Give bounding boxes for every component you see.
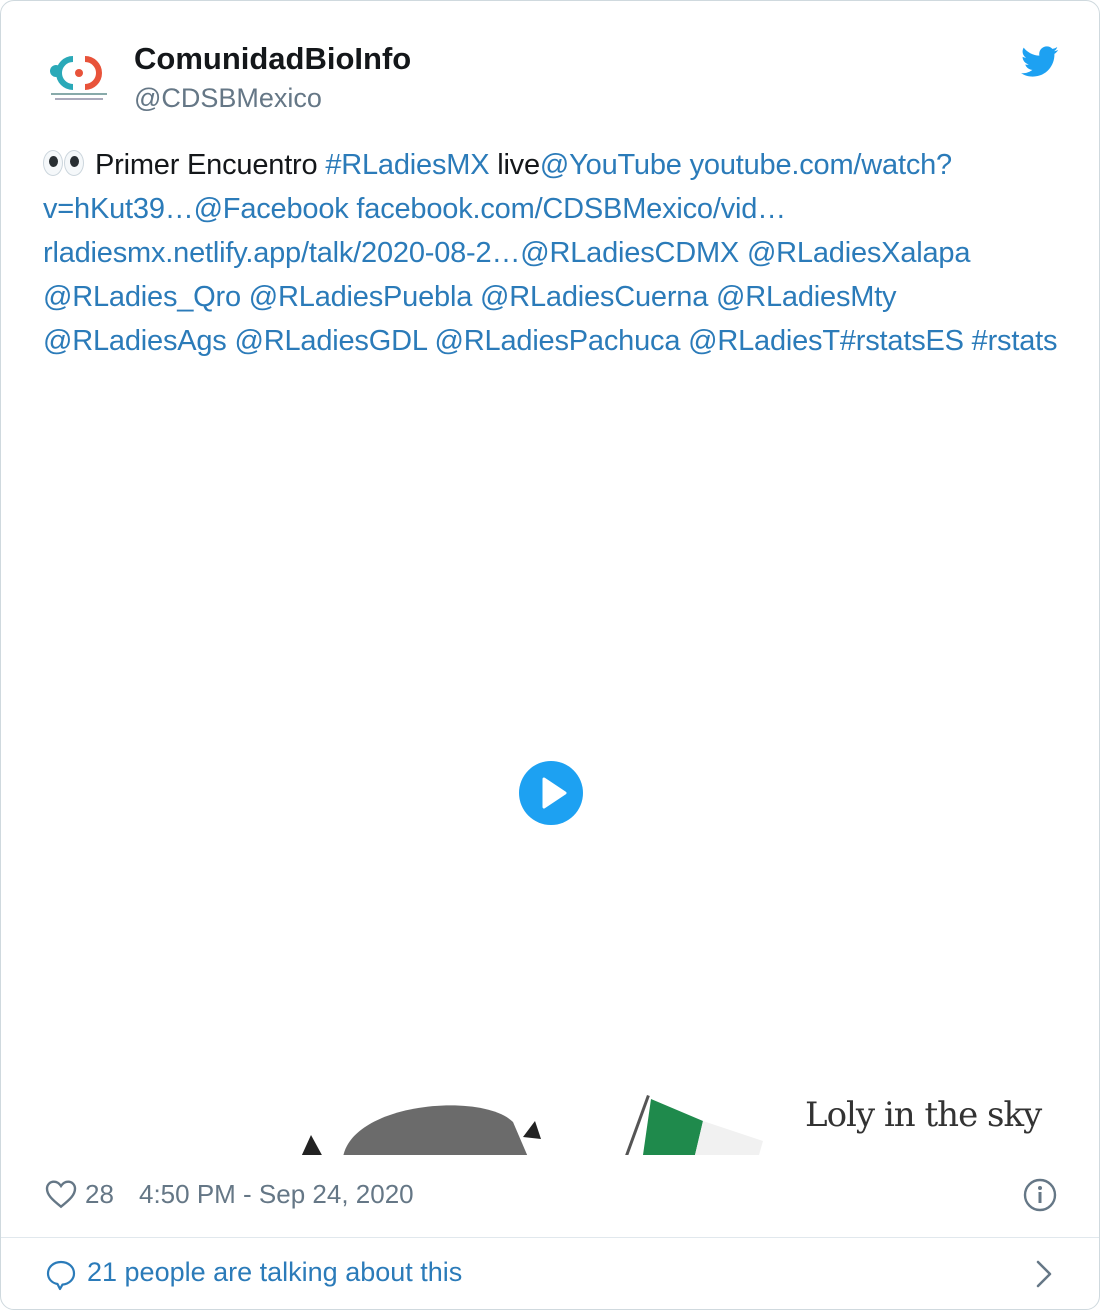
divider — [1, 1237, 1099, 1238]
tweet-link[interactable]: rladiesmx.netlify.app/talk/2020-08-2… — [43, 237, 520, 269]
tweet-link[interactable]: @RLadies_Qro — [43, 281, 241, 313]
play-icon — [542, 777, 567, 809]
tweet-text-fragment — [427, 325, 435, 357]
heart-icon[interactable] — [45, 1179, 77, 1209]
tweet-link[interactable]: @RLadiesGDL — [234, 325, 426, 357]
video-thumbnail-figure — [301, 1105, 541, 1155]
tweet-text-fragment — [682, 149, 690, 181]
tweet-link[interactable]: @RLadiesCDMX — [520, 237, 739, 269]
tweet-link[interactable]: @RLadiesMty — [716, 281, 897, 313]
twitter-bird-icon[interactable] — [1021, 45, 1059, 79]
tweet-link[interactable]: @RLadiesPuebla — [249, 281, 473, 313]
conversation-link[interactable]: 21 people are talking about this — [1, 1239, 1099, 1309]
tweet-timestamp[interactable]: 4:50 PM - Sep 24, 2020 — [139, 1179, 414, 1210]
like-count[interactable]: 28 — [85, 1179, 114, 1210]
tweet-text-fragment — [472, 281, 480, 313]
tweet-header: ComunidadBioInfo @CDSBMexico — [1, 1, 1099, 121]
info-icon[interactable] — [1023, 1178, 1057, 1212]
tweet-link[interactable]: @YouTube — [540, 149, 682, 181]
conversation-label[interactable]: 21 people are talking about this — [87, 1257, 462, 1288]
tweet-link[interactable]: @RLadiesAgs — [43, 325, 227, 357]
tweet-link[interactable]: @RLadiesT — [688, 325, 840, 357]
tweet-link[interactable]: @RLadiesPachuca — [435, 325, 681, 357]
tweet-text-fragment — [739, 237, 747, 269]
tweet-text: Primer Encuentro #RLadiesMX live@YouTube… — [43, 143, 1063, 363]
tweet-link[interactable]: #RLadiesMX — [325, 149, 489, 181]
chevron-right-icon[interactable] — [1035, 1259, 1053, 1289]
tweet-link[interactable]: #rstats — [972, 325, 1058, 357]
tweet-text-fragment: live — [489, 149, 540, 181]
tweet-link[interactable]: facebook.com/CDSBMexico/vid… — [356, 193, 786, 225]
tweet-text-fragment: Primer Encuentro — [95, 149, 326, 181]
speech-bubble-icon — [46, 1260, 76, 1291]
tweet-text-fragment — [964, 325, 972, 357]
flag-graphic — [623, 1095, 763, 1155]
tweet-text-fragment — [708, 281, 716, 313]
play-button[interactable] — [519, 761, 583, 825]
tweet-link[interactable]: @Facebook — [194, 193, 349, 225]
video-caption: Loly in the sky — [805, 1095, 1042, 1135]
tweet-footer: 28 4:50 PM - Sep 24, 2020 — [1, 1161, 1099, 1233]
tweet-text-fragment — [241, 281, 249, 313]
eyes-emoji-icon — [43, 149, 85, 177]
tweet-card[interactable]: ComunidadBioInfo @CDSBMexico Primer Encu… — [0, 0, 1100, 1310]
tweet-text-fragment — [680, 325, 688, 357]
author-handle[interactable]: @CDSBMexico — [134, 83, 322, 114]
author-display-name[interactable]: ComunidadBioInfo — [134, 41, 411, 77]
video-player[interactable]: Loly in the sky — [43, 419, 1059, 1155]
tweet-link[interactable]: @RLadiesXalapa — [747, 237, 971, 269]
avatar[interactable] — [45, 49, 113, 109]
tweet-link[interactable]: #rstatsES — [840, 325, 964, 357]
tweet-link[interactable]: @RLadiesCuerna — [480, 281, 708, 313]
